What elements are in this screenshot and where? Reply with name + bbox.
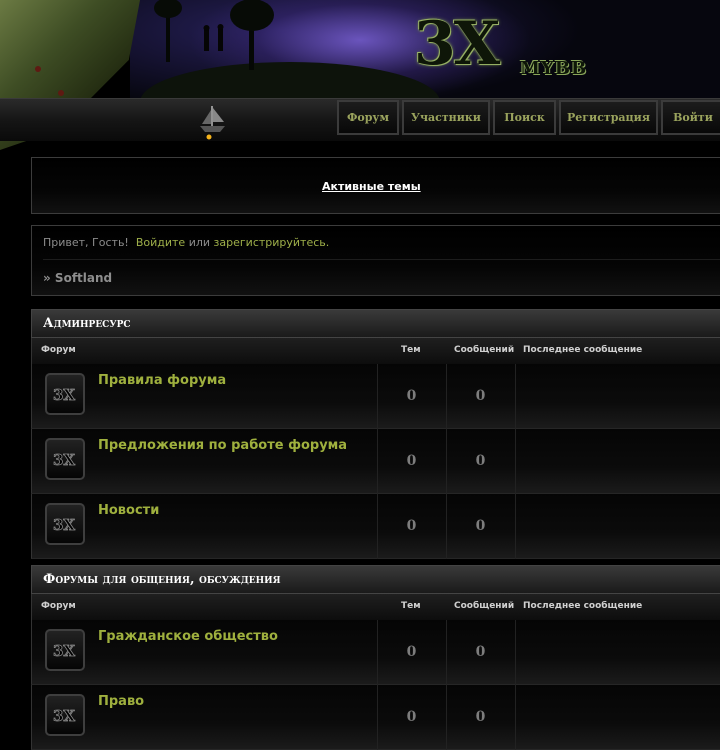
- welcome-or: или: [188, 236, 211, 249]
- forum-icon: 3X: [45, 503, 85, 545]
- site-logo[interactable]: 3X: [414, 14, 500, 74]
- column-last-post: Последнее сообщение: [523, 345, 643, 355]
- svg-text:3X: 3X: [53, 386, 75, 404]
- posts-count: 0: [475, 518, 486, 534]
- forum-link[interactable]: Правила форума: [98, 373, 226, 388]
- posts-count: 0: [475, 709, 486, 725]
- forum-row: 3X Новости 0 0: [31, 494, 720, 559]
- forum-icon: 3X: [45, 629, 85, 671]
- welcome-prefix: Привет, Гость!: [43, 236, 129, 249]
- posts-count: 0: [475, 644, 486, 660]
- topics-count: 0: [406, 453, 417, 469]
- login-link[interactable]: Войдите: [136, 236, 185, 249]
- column-topics: Тем: [401, 345, 421, 355]
- tree-silhouette: [230, 0, 274, 70]
- column-header-row: Форум Тем Сообщений Последнее сообщение: [31, 338, 720, 364]
- forum-icon: 3X: [45, 438, 85, 480]
- ship-icon: [200, 106, 225, 140]
- topics-count: 0: [406, 388, 417, 404]
- column-forum: Форум: [41, 601, 76, 611]
- forum-icon: 3X: [45, 694, 85, 736]
- topics-count: 0: [406, 518, 417, 534]
- svg-text:3X: 3X: [53, 642, 75, 660]
- forum-row: 3X Право 0 0: [31, 685, 720, 750]
- welcome-box: Привет, Гость! Войдите или зарегистрируй…: [31, 225, 720, 296]
- forum-link[interactable]: Право: [98, 694, 144, 709]
- column-posts: Сообщений: [454, 601, 515, 611]
- forum-row: 3X Гражданское общество 0 0: [31, 620, 720, 685]
- topics-count: 0: [406, 644, 417, 660]
- svg-text:3X: 3X: [53, 516, 75, 534]
- column-last-post: Последнее сообщение: [523, 601, 643, 611]
- people-silhouette: [203, 24, 224, 51]
- column-header-row: Форум Тем Сообщений Последнее сообщение: [31, 594, 720, 620]
- topics-count: 0: [406, 709, 417, 725]
- nav-forum-button[interactable]: Форум: [337, 100, 399, 135]
- nav-register-button[interactable]: Регистрация: [559, 100, 658, 135]
- posts-count: 0: [475, 453, 486, 469]
- breadcrumb[interactable]: » Softland: [43, 271, 112, 285]
- nav-search-button[interactable]: Поиск: [493, 100, 556, 135]
- column-posts: Сообщений: [454, 345, 515, 355]
- leaf-spot: [58, 90, 64, 96]
- site-header: 3X MYBB Форум Участники Поиск Регистраци…: [0, 0, 720, 150]
- leaf-spot: [35, 66, 41, 72]
- forum-row: 3X Предложения по работе форума 0 0: [31, 429, 720, 494]
- forum-link[interactable]: Предложения по работе форума: [98, 438, 347, 453]
- active-topics-link[interactable]: Активные темы: [322, 180, 421, 193]
- category-title[interactable]: Форумы для общения, обсуждения: [31, 565, 720, 594]
- forum-link[interactable]: Гражданское общество: [98, 629, 278, 644]
- active-topics-box: Активные темы: [31, 157, 720, 214]
- forum-link[interactable]: Новости: [98, 503, 159, 518]
- tree-silhouette: [154, 0, 182, 62]
- nav-members-button[interactable]: Участники: [402, 100, 490, 135]
- svg-text:3X: 3X: [53, 451, 75, 469]
- column-topics: Тем: [401, 601, 421, 611]
- column-forum: Форум: [41, 345, 76, 355]
- site-logo-subtext: MYBB: [520, 58, 588, 79]
- nav-login-button[interactable]: Войти: [661, 100, 720, 135]
- posts-count: 0: [475, 388, 486, 404]
- svg-text:3X: 3X: [53, 707, 75, 725]
- register-link[interactable]: зарегистрируйтесь.: [214, 236, 330, 249]
- forum-icon: 3X: [45, 373, 85, 415]
- divider: [43, 259, 720, 260]
- forum-row: 3X Правила форума 0 0: [31, 364, 720, 429]
- category-title[interactable]: Админресурс: [31, 309, 720, 338]
- welcome-text: Привет, Гость! Войдите или зарегистрируй…: [43, 236, 329, 249]
